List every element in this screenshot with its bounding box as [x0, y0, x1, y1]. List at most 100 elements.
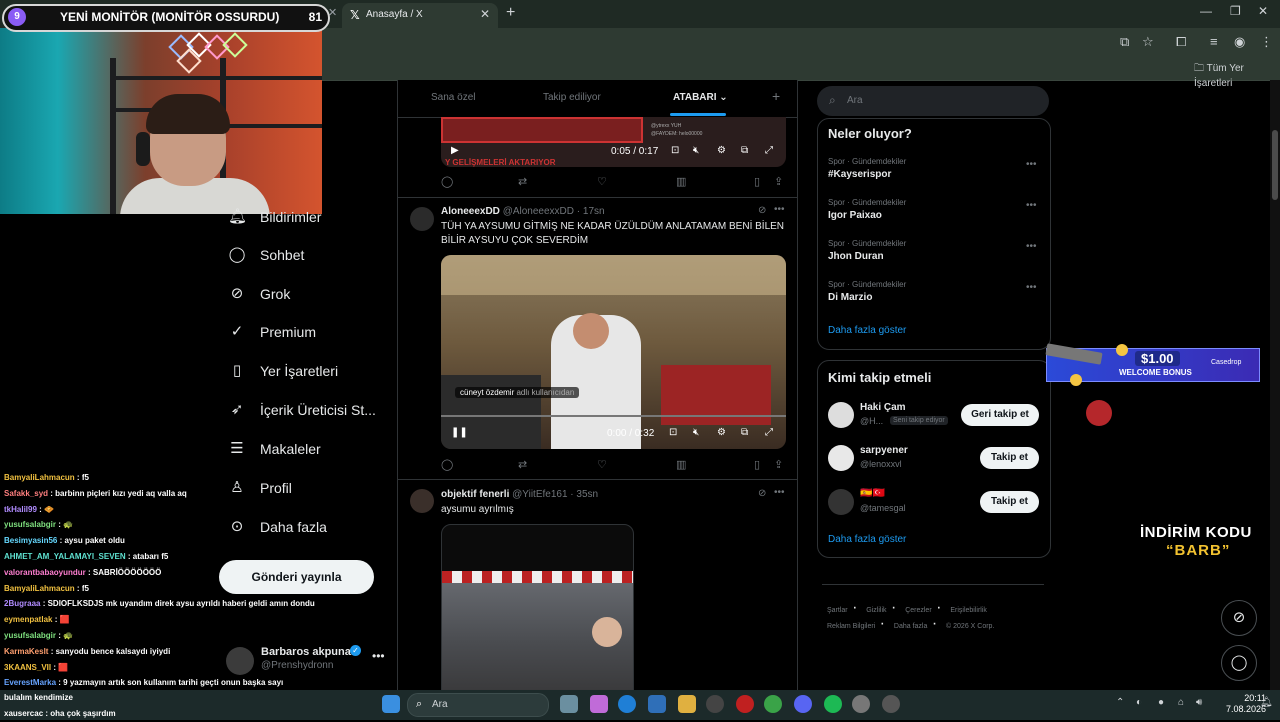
browser-menu-icon[interactable]: ⋮	[1260, 34, 1273, 50]
video-credit[interactable]: cüneyt özdemir adlı kullanıcıdan	[455, 387, 580, 398]
author-handle[interactable]: @YiitEfe161	[512, 489, 567, 500]
follow-back-button[interactable]: Geri takip et	[961, 404, 1039, 426]
author-handle[interactable]: @AloneeexxDD	[503, 206, 574, 217]
like-icon[interactable]: ♡	[597, 175, 607, 188]
nav-chat[interactable]: ◯ Sohbet	[228, 241, 305, 269]
app-icon[interactable]	[590, 695, 608, 713]
settings-icon[interactable]: ⚙	[717, 427, 726, 438]
nav-creator-studio[interactable]: ➶ İçerik Üreticisi St...	[228, 396, 376, 424]
network-icon[interactable]: ⌂	[1178, 697, 1184, 708]
spotify-icon[interactable]	[824, 695, 842, 713]
play-icon[interactable]: ▶	[451, 145, 459, 156]
tray-app-icon[interactable]: ◐	[1136, 697, 1142, 708]
bookmark-icon[interactable]: ▯	[754, 458, 760, 471]
more-icon[interactable]: •••	[774, 204, 785, 215]
author-name[interactable]: objektif fenerli	[441, 489, 509, 500]
restore-icon[interactable]: ❐	[1230, 4, 1241, 18]
file-explorer-icon[interactable]	[678, 695, 696, 713]
grok-icon[interactable]: ⊘	[758, 488, 766, 499]
tab-for-you[interactable]: Sana özel	[431, 92, 475, 103]
settings-icon[interactable]	[852, 695, 870, 713]
like-icon[interactable]: ♡	[597, 458, 607, 471]
grok-icon[interactable]: ⊘	[758, 205, 766, 216]
chrome-icon[interactable]	[764, 695, 782, 713]
fullscreen-icon[interactable]: ⤢	[765, 145, 773, 156]
minimize-icon[interactable]: —	[1200, 4, 1212, 18]
tray-app-icon[interactable]: ●	[1158, 697, 1164, 708]
nav-grok[interactable]: ⊘ Grok	[228, 280, 291, 308]
nav-notifications[interactable]: 🔔︎ Bildirimler	[228, 203, 321, 231]
tray-chevron-icon[interactable]: ⌃	[1116, 697, 1124, 708]
trend-item[interactable]: Spor · Gündemdekiler Di Marzio	[828, 280, 1043, 303]
nav-articles[interactable]: ☰ Makaleler	[228, 435, 320, 463]
app-icon[interactable]	[560, 695, 578, 713]
post-time[interactable]: 17sn	[583, 206, 605, 217]
tab-atabari[interactable]: ATABARI ⌄	[673, 92, 728, 103]
more-icon[interactable]: •••	[1026, 200, 1037, 211]
repost-icon[interactable]: ⇄	[518, 458, 527, 471]
avatar[interactable]	[828, 402, 854, 428]
taskbar-search[interactable]: ⌕ Ara	[407, 693, 549, 717]
post1-video[interactable]: cüneyt özdemir adlı kullanıcıdan ❚❚ 0:00…	[441, 255, 786, 449]
views-icon[interactable]: ▥	[676, 175, 686, 188]
suggest-name[interactable]: Haki Çam	[860, 402, 906, 413]
opera-icon[interactable]	[736, 695, 754, 713]
more-icon[interactable]: •••	[1026, 282, 1037, 293]
messages-fab-icon[interactable]: ◯	[1221, 645, 1257, 681]
share-icon[interactable]: ⇪	[774, 458, 783, 471]
reading-list-icon[interactable]: ≡	[1210, 34, 1218, 49]
repost-icon[interactable]: ⇄	[518, 175, 527, 188]
tab-following[interactable]: Takip ediliyor	[543, 92, 601, 103]
author-name[interactable]: AloneeexDD	[441, 206, 500, 217]
discord-icon[interactable]	[794, 695, 812, 713]
footer-link[interactable]: Gizlilik	[866, 607, 886, 614]
footer-link[interactable]: Daha fazla	[894, 623, 927, 630]
more-icon[interactable]: •••	[1026, 241, 1037, 252]
add-tab-icon[interactable]: +	[772, 88, 780, 104]
notifications-icon[interactable]: 🔔︎	[1260, 697, 1273, 708]
xbox-icon[interactable]	[706, 695, 724, 713]
pip-icon[interactable]: ⧉	[741, 145, 748, 156]
trend-item[interactable]: Spor · Gündemdekiler #Kayserispor	[828, 157, 1043, 180]
reply-icon[interactable]: ◯	[441, 175, 453, 188]
more-icon[interactable]: •••	[372, 649, 385, 663]
scrollbar-thumb[interactable]	[1272, 130, 1278, 200]
app-icon[interactable]	[882, 695, 900, 713]
mail-icon[interactable]	[648, 695, 666, 713]
pause-icon[interactable]: ❚❚	[451, 427, 468, 438]
footer-link[interactable]: Erişilebilirlik	[950, 607, 987, 614]
volume-icon[interactable]: 🔊︎	[1196, 697, 1202, 708]
grok-fab-icon[interactable]: ⊘	[1221, 600, 1257, 636]
nav-bookmarks[interactable]: ▯ Yer İşaretleri	[228, 357, 338, 385]
pip-icon[interactable]: ⧉	[741, 427, 748, 438]
close-window-icon[interactable]: ✕	[1258, 4, 1268, 18]
suggest-name[interactable]: sarpyener	[860, 445, 908, 456]
cast-icon[interactable]: ⧉	[1120, 34, 1129, 50]
avatar[interactable]	[828, 445, 854, 471]
captions-icon[interactable]: ⊡	[671, 145, 679, 156]
share-icon[interactable]: ⇪	[774, 175, 783, 188]
video-progress[interactable]	[441, 415, 786, 417]
mute-icon[interactable]: 🔇︎	[693, 427, 699, 438]
tab-close-icon[interactable]: ✕	[480, 7, 490, 21]
mute-icon[interactable]: 🔇︎	[693, 145, 699, 156]
bookmarks-folder[interactable]: 🗀 Tüm Yer İşaretleri	[1194, 61, 1280, 89]
show-more-link[interactable]: Daha fazla göster	[828, 325, 906, 336]
avatar[interactable]	[828, 489, 854, 515]
active-tab[interactable]: 𝕏 Anasayfa / X ✕	[342, 3, 498, 28]
trend-item[interactable]: Spor · Gündemdekiler Igor Paixao	[828, 198, 1043, 221]
footer-link[interactable]: Şartlar	[827, 607, 848, 614]
search-input[interactable]: ⌕ Ara	[817, 86, 1049, 116]
post-time[interactable]: 35sn	[576, 489, 598, 500]
more-icon[interactable]: •••	[774, 487, 785, 498]
nav-premium[interactable]: ✓ Premium	[228, 318, 316, 346]
footer-link[interactable]: Reklam Bilgileri	[827, 623, 875, 630]
follow-button[interactable]: Takip et	[980, 491, 1039, 513]
fullscreen-icon[interactable]: ⤢	[765, 427, 773, 438]
trend-item[interactable]: Spor · Gündemdekiler Jhon Duran	[828, 239, 1043, 262]
avatar[interactable]	[410, 207, 434, 231]
settings-icon[interactable]: ⚙	[717, 145, 726, 156]
bookmark-icon[interactable]: ▯	[754, 175, 760, 188]
reply-icon[interactable]: ◯	[441, 458, 453, 471]
extensions-icon[interactable]: ⧠	[1176, 34, 1186, 50]
